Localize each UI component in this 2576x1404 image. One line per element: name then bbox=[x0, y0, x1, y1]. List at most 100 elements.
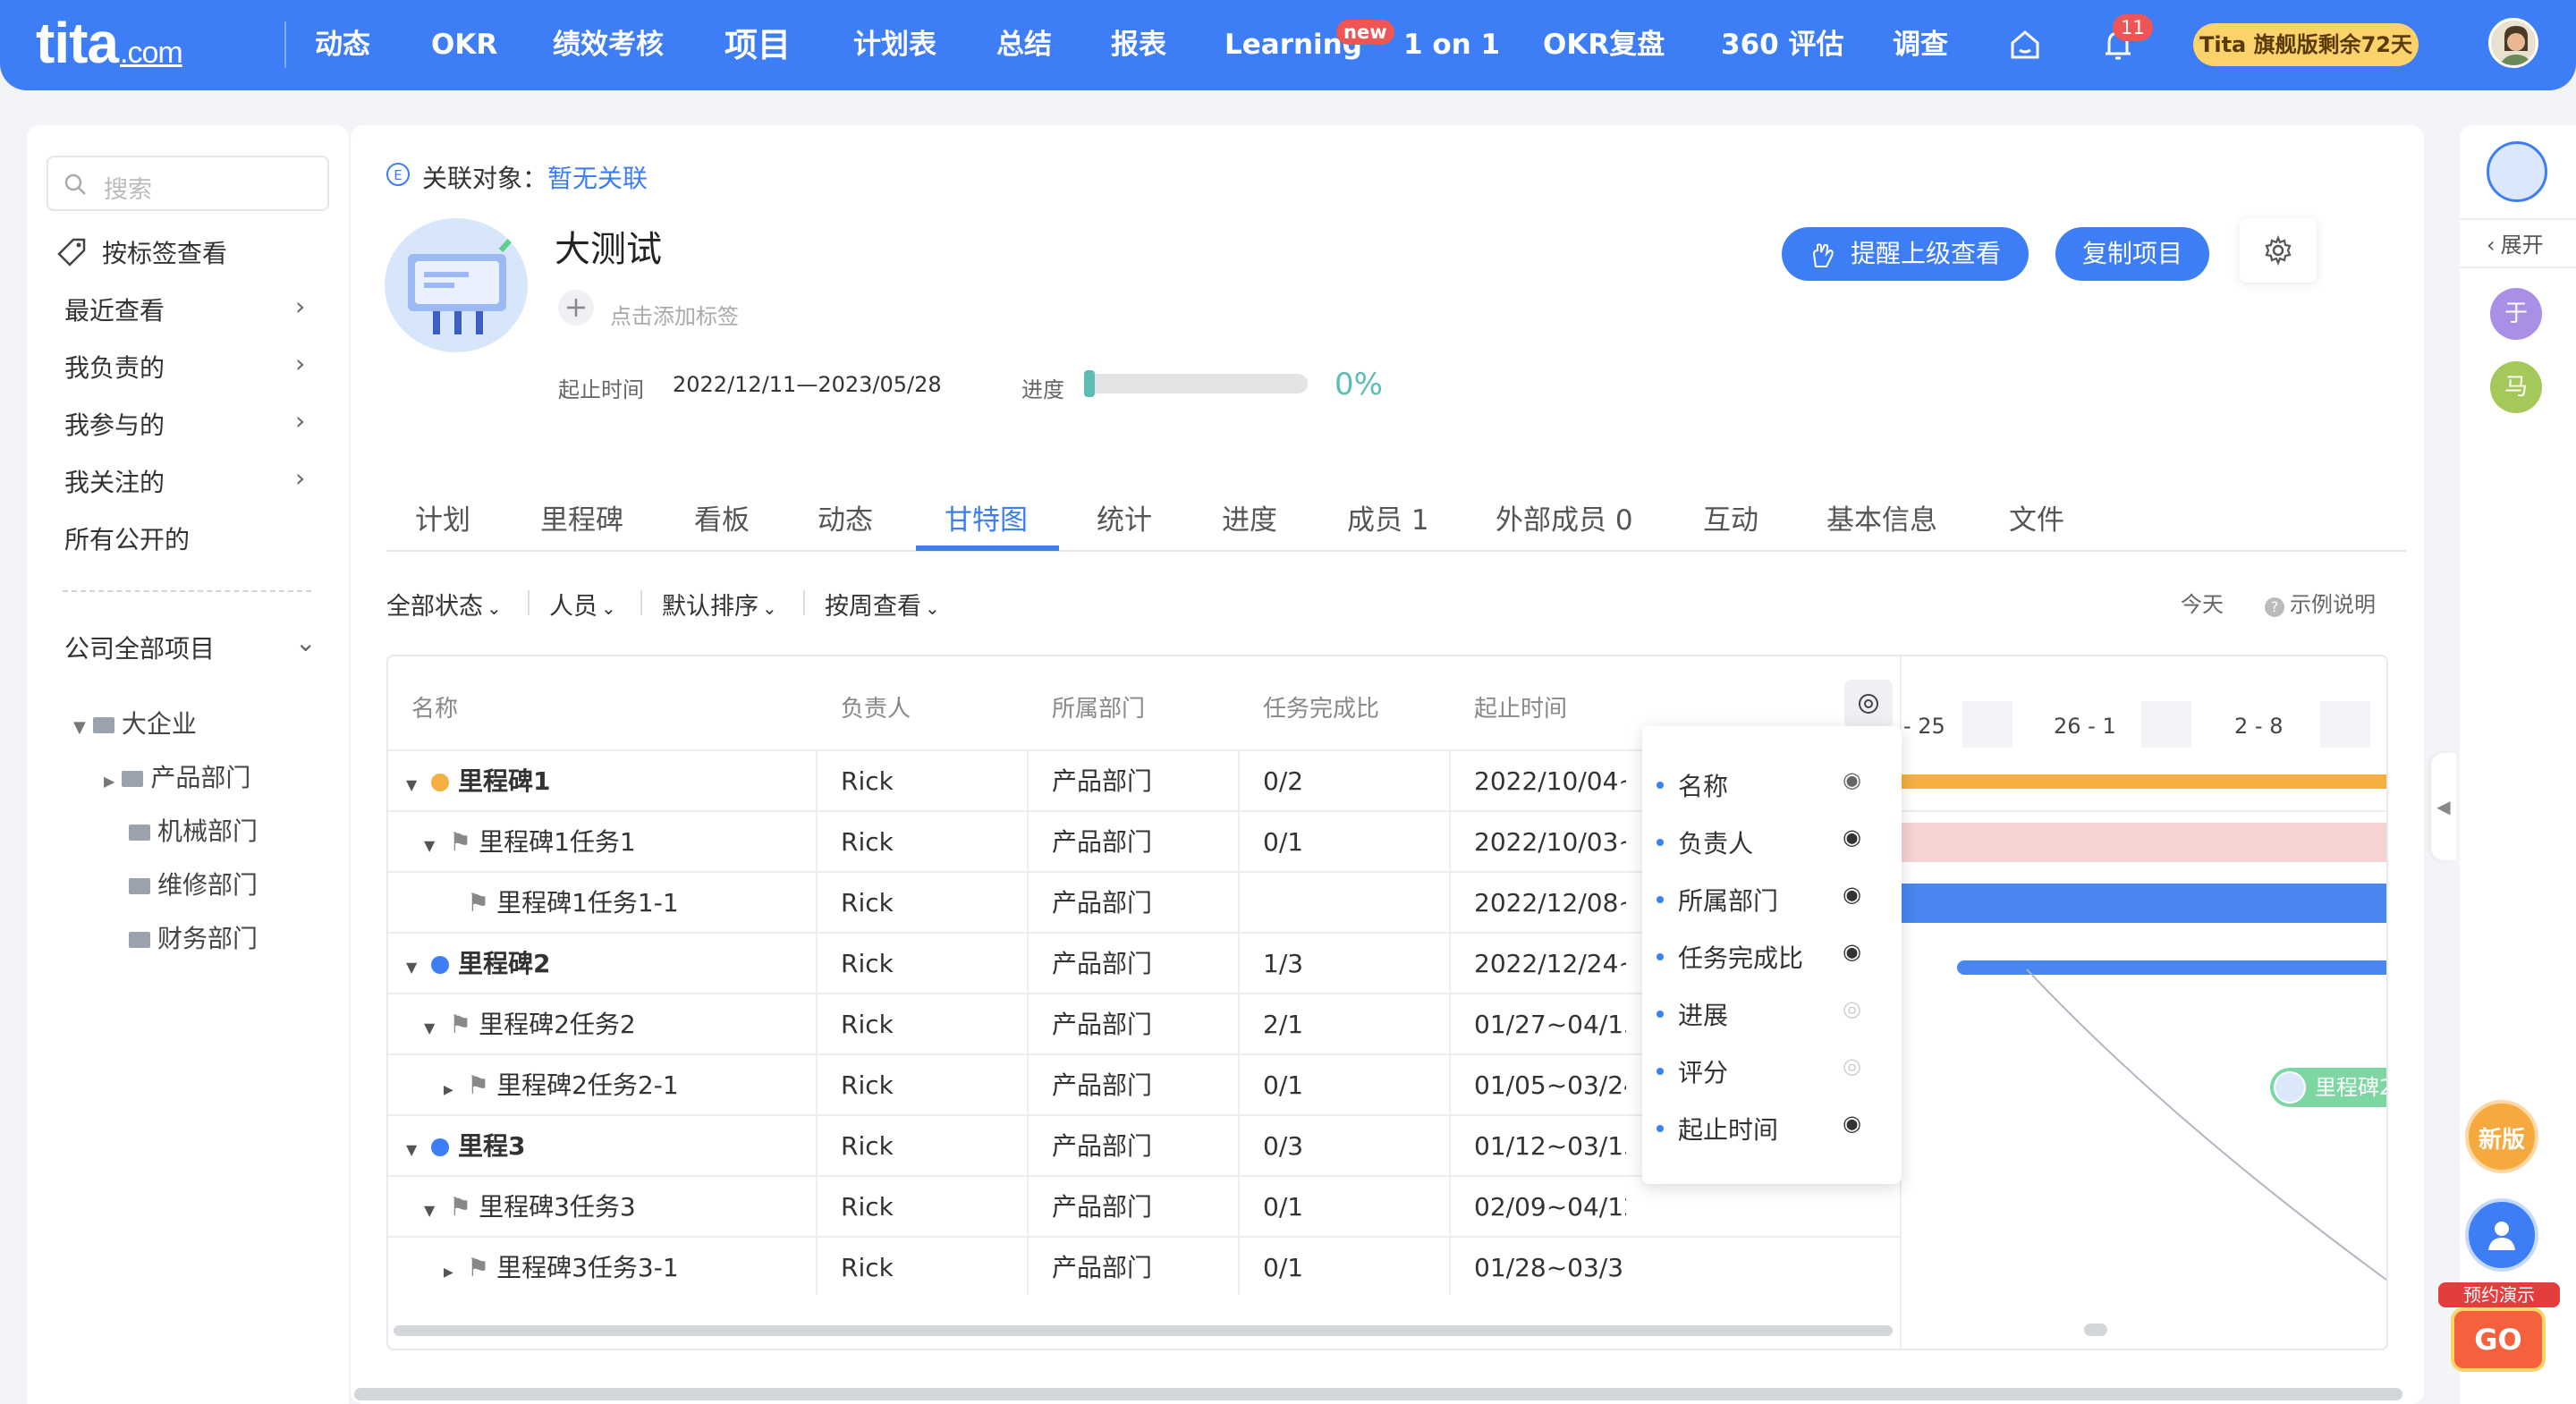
nav-item-360[interactable]: 360 评估 bbox=[1721, 0, 1844, 90]
expand-toggle[interactable]: ▼ bbox=[424, 812, 435, 873]
demo-go-button[interactable]: GO bbox=[2451, 1307, 2546, 1372]
task-name[interactable]: ⚑ 里程碑1任务1 bbox=[449, 812, 636, 873]
timeline-scrollbar[interactable] bbox=[2084, 1324, 2107, 1336]
copy-project-button[interactable]: 复制项目 bbox=[2055, 227, 2209, 281]
view-mode-dropdown[interactable]: 按周查看 ⌄ bbox=[825, 587, 940, 622]
table-row[interactable]: ▶ ⚑ 里程碑3任务3-1 Rick 产品部门 0/1 01/28~03/31 bbox=[388, 1236, 1900, 1297]
search-input[interactable]: 搜索 bbox=[47, 156, 329, 211]
new-version-button[interactable]: 新版 bbox=[2465, 1100, 2538, 1173]
tab-stats[interactable]: 统计 bbox=[1097, 497, 1152, 537]
nav-item-survey[interactable]: 调查 bbox=[1893, 0, 1948, 90]
tita-logo[interactable]: tita.com bbox=[36, 13, 183, 83]
tab-external-members[interactable]: 外部成员 0 bbox=[1496, 497, 1633, 537]
popup-item-name[interactable]: 名称 bbox=[1656, 767, 1728, 803]
eye-icon[interactable]: ◉ bbox=[1843, 939, 1861, 964]
tree-item-product[interactable]: ▶ 产品部门 bbox=[104, 758, 250, 794]
sidebar-item-recent[interactable]: 最近查看 bbox=[64, 292, 165, 327]
nav-item-dynamic[interactable]: 动态 bbox=[315, 0, 370, 90]
collapse-panel-handle[interactable]: ◀ bbox=[2431, 753, 2456, 860]
nav-item-okr-review[interactable]: OKR复盘 bbox=[1543, 0, 1665, 90]
eye-icon[interactable]: ◉ bbox=[1843, 767, 1861, 792]
settings-gear-button[interactable] bbox=[2240, 218, 2317, 283]
tab-board[interactable]: 看板 bbox=[694, 497, 750, 537]
expand-toggle[interactable]: ▼ bbox=[424, 994, 435, 1055]
sidebar-item-following[interactable]: 我关注的 bbox=[64, 463, 165, 499]
nav-item-report[interactable]: 报表 bbox=[1111, 0, 1166, 90]
tree-item-maintenance[interactable]: 维修部门 bbox=[129, 866, 258, 901]
nav-item-plan[interactable]: 计划表 bbox=[853, 0, 936, 90]
tab-basic-info[interactable]: 基本信息 bbox=[1826, 497, 1937, 537]
eye-icon[interactable]: ◉ bbox=[1843, 882, 1861, 907]
popup-item-score[interactable]: 评分 bbox=[1656, 1053, 1728, 1089]
column-settings-button[interactable] bbox=[1844, 680, 1893, 728]
nav-item-okr[interactable]: OKR bbox=[431, 0, 497, 90]
legend-help-link[interactable]: ? 示例说明 bbox=[2265, 587, 2376, 618]
related-value-link[interactable]: 暂无关联 bbox=[547, 159, 648, 195]
col-header-owner[interactable]: 负责人 bbox=[841, 690, 911, 723]
tree-item-machinery[interactable]: 机械部门 bbox=[129, 812, 258, 848]
project-title[interactable]: 大测试 bbox=[555, 220, 662, 272]
sidebar-item-public[interactable]: 所有公开的 bbox=[64, 520, 190, 556]
sidebar-item-owned[interactable]: 我负责的 bbox=[64, 349, 165, 385]
tab-activity[interactable]: 动态 bbox=[818, 497, 873, 537]
gantt-bar-milestone1[interactable] bbox=[1902, 774, 2386, 789]
page-horizontal-scrollbar[interactable] bbox=[354, 1388, 2402, 1400]
expand-toggle[interactable]: ▼ bbox=[406, 1116, 417, 1177]
support-button[interactable] bbox=[2465, 1198, 2538, 1272]
tab-plan[interactable]: 计划 bbox=[415, 497, 470, 537]
nav-item-project[interactable]: 项目 bbox=[724, 0, 791, 90]
eye-icon[interactable]: ◉ bbox=[1843, 1111, 1861, 1136]
task-name[interactable]: ⚑ 里程碑3任务3-1 bbox=[467, 1238, 679, 1298]
task-name[interactable]: ⚑ 里程碑2任务2 bbox=[449, 994, 636, 1055]
expand-toggle[interactable]: ▶ bbox=[444, 1238, 453, 1298]
demo-booking-label[interactable]: 预约演示 bbox=[2438, 1282, 2560, 1307]
nav-item-summary[interactable]: 总结 bbox=[996, 0, 1052, 90]
tab-milestone[interactable]: 里程碑 bbox=[540, 497, 623, 537]
eye-off-icon[interactable]: ◎ bbox=[1843, 996, 1861, 1021]
popup-item-dates[interactable]: 起止时间 bbox=[1656, 1111, 1778, 1146]
expand-toggle[interactable]: ▼ bbox=[406, 934, 417, 994]
popup-item-dept[interactable]: 所属部门 bbox=[1656, 882, 1778, 918]
col-header-ratio[interactable]: 任务完成比 bbox=[1263, 690, 1379, 723]
tab-gantt[interactable]: 甘特图 bbox=[945, 497, 1028, 537]
task-name[interactable]: ⚑ 里程碑1任务1-1 bbox=[467, 873, 679, 934]
status-filter-dropdown[interactable]: 全部状态 ⌄ bbox=[386, 587, 502, 622]
tree-item-finance[interactable]: 财务部门 bbox=[129, 919, 258, 955]
popup-item-progress[interactable]: 进展 bbox=[1656, 996, 1728, 1032]
tree-root[interactable]: ▼ 大企业 bbox=[73, 705, 197, 740]
eye-icon[interactable]: ◉ bbox=[1843, 825, 1861, 850]
sidebar-item-participating[interactable]: 我参与的 bbox=[64, 406, 165, 442]
expand-toggle[interactable]: ▶ bbox=[444, 1055, 453, 1116]
today-button[interactable]: 今天 bbox=[2181, 587, 2224, 618]
project-icon[interactable] bbox=[2487, 141, 2547, 202]
tab-files[interactable]: 文件 bbox=[2009, 497, 2064, 537]
popup-item-owner[interactable]: 负责人 bbox=[1656, 825, 1753, 860]
task-name[interactable]: ⚑ 里程碑2任务2-1 bbox=[467, 1055, 679, 1116]
tab-interaction[interactable]: 互动 bbox=[1703, 497, 1758, 537]
nav-item-learning[interactable]: Learning bbox=[1224, 0, 1362, 90]
company-projects-dropdown[interactable]: 公司全部项目 bbox=[64, 630, 215, 665]
task-name[interactable]: ⚑ 里程碑3任务3 bbox=[449, 1177, 636, 1238]
sort-dropdown[interactable]: 默认排序 ⌄ bbox=[662, 587, 777, 622]
home-icon[interactable] bbox=[2005, 25, 2045, 64]
milestone-name[interactable]: 里程碑2 bbox=[431, 934, 550, 994]
member-avatar[interactable]: 马 bbox=[2490, 361, 2542, 413]
nav-item-1on1[interactable]: 1 on 1 bbox=[1403, 0, 1500, 90]
col-header-dates[interactable]: 起止时间 bbox=[1474, 690, 1567, 723]
add-tag-link[interactable]: 点击添加标签 bbox=[610, 299, 739, 330]
table-row[interactable]: ▼ ⚑ 里程碑3任务3 Rick 产品部门 0/1 02/09~04/12 bbox=[388, 1175, 1900, 1236]
milestone-name[interactable]: 里程碑1 bbox=[431, 751, 550, 812]
popup-item-ratio[interactable]: 任务完成比 bbox=[1656, 939, 1803, 975]
eye-off-icon[interactable]: ◎ bbox=[1843, 1053, 1861, 1078]
user-avatar[interactable] bbox=[2488, 18, 2538, 68]
tag-view-link[interactable]: 按标签查看 bbox=[102, 234, 227, 270]
expand-toggle[interactable]: ▼ bbox=[424, 1177, 435, 1238]
col-header-dept[interactable]: 所属部门 bbox=[1052, 690, 1145, 723]
vip-trial-badge[interactable]: Tita 旗舰版剩余72天 bbox=[2193, 23, 2419, 66]
people-filter-dropdown[interactable]: 人员 ⌄ bbox=[549, 587, 616, 622]
tab-members[interactable]: 成员 1 bbox=[1347, 497, 1429, 537]
gantt-bar-task1-1[interactable] bbox=[1902, 884, 2386, 923]
tab-progress[interactable]: 进度 bbox=[1222, 497, 1277, 537]
milestone-name[interactable]: 里程3 bbox=[431, 1116, 525, 1177]
member-avatar[interactable]: 于 bbox=[2490, 288, 2542, 340]
